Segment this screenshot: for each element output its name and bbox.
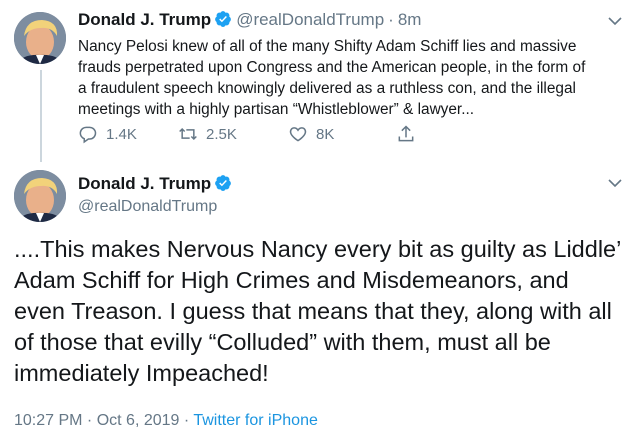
author-name[interactable]: Donald J. Trump bbox=[78, 10, 211, 29]
retweet-count: 2.5K bbox=[206, 125, 237, 143]
verified-badge-icon bbox=[214, 174, 232, 192]
tweet-time[interactable]: 8m bbox=[398, 10, 422, 29]
author-name[interactable]: Donald J. Trump bbox=[78, 174, 211, 193]
like-button[interactable]: 8K bbox=[288, 124, 334, 144]
retweet-icon bbox=[179, 127, 197, 141]
reply-icon bbox=[79, 126, 97, 144]
tweet-source-link[interactable]: Twitter for iPhone bbox=[193, 412, 318, 429]
like-icon bbox=[289, 127, 307, 142]
avatar[interactable] bbox=[14, 12, 66, 64]
tweet1-actions: 1.4K 2.5K 8K bbox=[78, 124, 438, 150]
separator-dot: · bbox=[388, 10, 394, 29]
author-handle[interactable]: @realDonaldTrump bbox=[78, 196, 217, 218]
retweet-button[interactable]: 2.5K bbox=[178, 124, 237, 144]
reply-count: 1.4K bbox=[106, 125, 137, 143]
share-button[interactable] bbox=[396, 124, 416, 144]
tweet1-header: Donald J. Trump @realDonaldTrump · 8m bbox=[78, 8, 421, 32]
like-count: 8K bbox=[316, 125, 335, 143]
tweet2-meta: 10:27 PM · Oct 6, 2019 · Twitter for iPh… bbox=[14, 410, 318, 432]
verified-badge-icon bbox=[214, 10, 232, 28]
tweet-timestamp[interactable]: 10:27 PM · Oct 6, 2019 · bbox=[14, 412, 193, 429]
tweet1-text: Nancy Pelosi knew of all of the many Shi… bbox=[78, 38, 586, 118]
chevron-down-icon[interactable] bbox=[608, 16, 622, 26]
tweet2-text: ....This makes Nervous Nancy every bit a… bbox=[14, 236, 621, 386]
chevron-down-icon[interactable] bbox=[608, 178, 622, 188]
reply-button[interactable]: 1.4K bbox=[78, 124, 137, 144]
tweet2-author: Donald J. Trump bbox=[78, 172, 232, 196]
share-icon bbox=[398, 125, 414, 142]
avatar[interactable] bbox=[14, 170, 66, 222]
thread-connector-line bbox=[40, 70, 42, 162]
author-handle[interactable]: @realDonaldTrump bbox=[236, 10, 384, 29]
